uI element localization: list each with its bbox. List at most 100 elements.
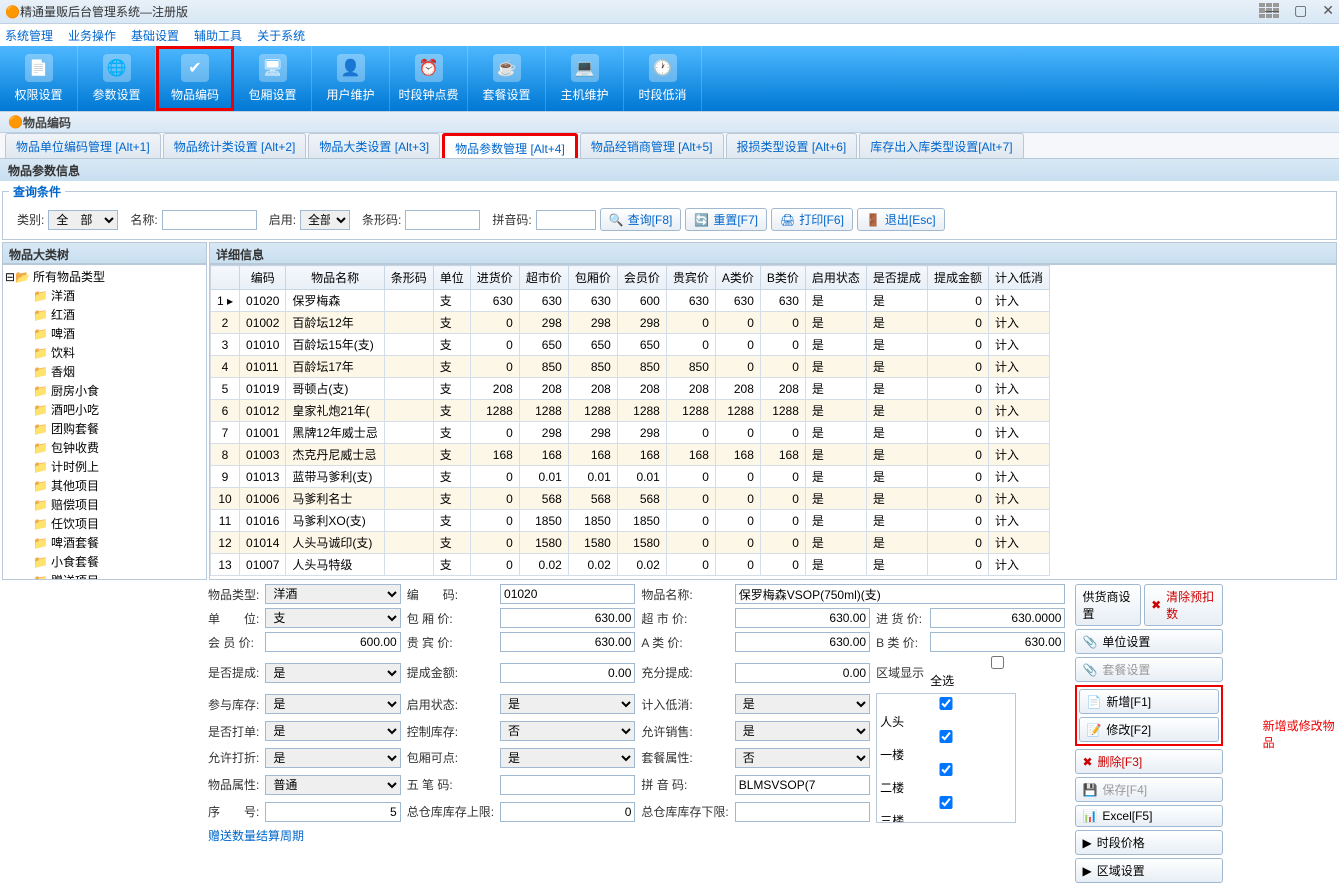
tree-item[interactable]: 📁 包钟收费 [33,438,204,457]
toolbar-主机维护[interactable]: 💻主机维护 [546,46,624,111]
edit-button[interactable]: 📝 修改[F2] [1079,717,1218,742]
category-select[interactable]: 全 部 [48,210,118,230]
region-box[interactable]: 人头 一楼 二楼 三楼 餐吧 [876,693,1016,823]
toolbar-物品编码[interactable]: ✔物品编码 [156,46,234,111]
cyku-select[interactable]: 是 [265,694,400,714]
menu-item[interactable]: 业务操作 [68,27,116,44]
excel-button[interactable]: 📊 Excel[F5] [1075,805,1222,827]
toolbar-时段低消[interactable]: 🕐时段低消 [624,46,702,111]
toolbar-用户维护[interactable]: 👤用户维护 [312,46,390,111]
tree-item[interactable]: 📁 啤酒 [33,324,204,343]
name-input[interactable] [162,210,257,230]
xh-input[interactable] [265,802,400,822]
select-all-checkbox[interactable] [930,656,1065,669]
unit-select[interactable]: 支 [265,608,400,628]
tree-item[interactable]: 📁 香烟 [33,362,204,381]
table-row[interactable]: 201002百龄坛12年支0298298298000是是0计入 [211,312,1050,334]
region-checkbox[interactable] [880,763,1012,776]
table-row[interactable]: 1001006马爹利名士支0568568568000是是0计入 [211,488,1050,510]
region-button[interactable]: ▶ 区域设置 [1075,858,1222,883]
market-input[interactable] [735,608,870,628]
exit-button[interactable]: 🚪 退出[Esc] [857,208,945,231]
table-row[interactable]: 1101016马爹利XO(支)支0185018501850000是是0计入 [211,510,1050,532]
menu-item[interactable]: 关于系统 [257,27,305,44]
table-row[interactable]: 301010百龄坛15年(支)支0650650650000是是0计入 [211,334,1050,356]
table-row[interactable]: 901013蓝带马爹利(支)支00.010.010.01000是是0计入 [211,466,1050,488]
data-table-wrapper[interactable]: 编码物品名称条形码单位进货价超市价包厢价会员价贵宾价A类价B类价启用状态是否提成… [209,264,1337,580]
minimize-icon[interactable]: — [1265,2,1279,19]
tab[interactable]: 报损类型设置 [Alt+6] [726,133,858,158]
close-icon[interactable]: ✕ [1322,2,1334,19]
toolbar-时段钟点费[interactable]: ⏰时段钟点费 [390,46,468,111]
tree-root[interactable]: ⊟ 📂所有物品类型 [5,267,204,286]
box-input[interactable] [500,608,635,628]
code-input[interactable] [500,584,635,604]
pym-input[interactable] [735,775,870,795]
name-input2[interactable] [735,584,1066,604]
pinyin-input[interactable] [536,210,596,230]
toolbar-权限设置[interactable]: 📄权限设置 [0,46,78,111]
kzkc-select[interactable]: 否 [500,721,635,741]
unit-button[interactable]: 📎 单位设置 [1075,629,1222,654]
tree-item[interactable]: 📁 其他项目 [33,476,204,495]
delete-button[interactable]: ✖ 删除[F3] [1075,749,1222,774]
supplier-button[interactable]: 供货商设置 [1075,584,1141,626]
print-button[interactable]: 🖨 打印[F6] [771,208,853,231]
toolbar-参数设置[interactable]: 🌐参数设置 [78,46,156,111]
enable-select[interactable]: 全部 [300,210,350,230]
tc-select[interactable]: 是 [265,663,400,683]
tab[interactable]: 物品统计类设置 [Alt+2] [163,133,307,158]
tree-item[interactable]: 📁 任饮项目 [33,514,204,533]
yxdz-select[interactable]: 是 [265,748,400,768]
add-button[interactable]: 📄 新增[F1] [1079,689,1218,714]
dfd-select[interactable]: 是 [265,721,400,741]
member-input[interactable] [265,632,400,652]
wbm-input[interactable] [500,775,635,795]
type-select[interactable]: 洋酒 [265,584,400,604]
clear-button[interactable]: ✖ 清除预扣数 [1144,584,1223,626]
zckc-input[interactable] [500,802,635,822]
menu-item[interactable]: 系统管理 [5,27,53,44]
table-row[interactable]: 401011百龄坛17年支085085085085000是是0计入 [211,356,1050,378]
toolbar-包厢设置[interactable]: 🖥包厢设置 [234,46,312,111]
tree-item[interactable]: 📁 厨房小食 [33,381,204,400]
tree-item[interactable]: 📁 洋酒 [33,286,204,305]
period-button[interactable]: ▶ 时段价格 [1075,830,1222,855]
wpsx-select[interactable]: 普通 [265,775,400,795]
cftc-input[interactable] [735,663,870,683]
table-row[interactable]: 1301007人头马特级支00.020.020.02000是是0计入 [211,554,1050,576]
menu-item[interactable]: 基础设置 [131,27,179,44]
tab[interactable]: 物品经销商管理 [Alt+5] [580,133,724,158]
table-row[interactable]: 501019哥顿占(支)支208208208208208208208是是0计入 [211,378,1050,400]
tree-item[interactable]: 📁 饮料 [33,343,204,362]
reset-button[interactable]: 🔄 重置[F7] [685,208,767,231]
table-row[interactable]: 601012皇家礼炮21年(支1288128812881288128812881… [211,400,1050,422]
vip-input[interactable] [500,632,635,652]
region-checkbox[interactable] [880,796,1012,809]
jrdx-select[interactable]: 是 [735,694,870,714]
tree-item[interactable]: 📁 小食套餐 [33,552,204,571]
toolbar-套餐设置[interactable]: ☕套餐设置 [468,46,546,111]
a-input[interactable] [735,632,870,652]
tree-item[interactable]: 📁 团购套餐 [33,419,204,438]
tree-item[interactable]: 📁 赔偿项目 [33,495,204,514]
tab[interactable]: 物品参数管理 [Alt+4] [442,133,578,158]
region-checkbox[interactable] [880,730,1012,743]
tcsx-select[interactable]: 否 [735,748,870,768]
bxkd-select[interactable]: 是 [500,748,635,768]
yxxs-select[interactable]: 是 [735,721,870,741]
zckcx-input[interactable] [735,802,870,822]
region-checkbox[interactable] [880,697,1012,710]
tab[interactable]: 物品单位编码管理 [Alt+1] [5,133,161,158]
tree-item[interactable]: 📁 酒吧小吃 [33,400,204,419]
table-row[interactable]: 701001黑牌12年威士忌支0298298298000是是0计入 [211,422,1050,444]
tree-item[interactable]: 📁 红酒 [33,305,204,324]
cost-input[interactable] [930,608,1065,628]
b-input[interactable] [930,632,1065,652]
table-row[interactable]: 1 ▸01020保罗梅森支630630630600630630630是是0计入 [211,290,1050,312]
barcode-input[interactable] [405,210,480,230]
tab[interactable]: 库存出入库类型设置[Alt+7] [859,133,1023,158]
tree-item[interactable]: 📁 赠送项目 [33,571,204,580]
tab[interactable]: 物品大类设置 [Alt+3] [308,133,440,158]
query-button[interactable]: 🔍 查询[F8] [600,208,682,231]
